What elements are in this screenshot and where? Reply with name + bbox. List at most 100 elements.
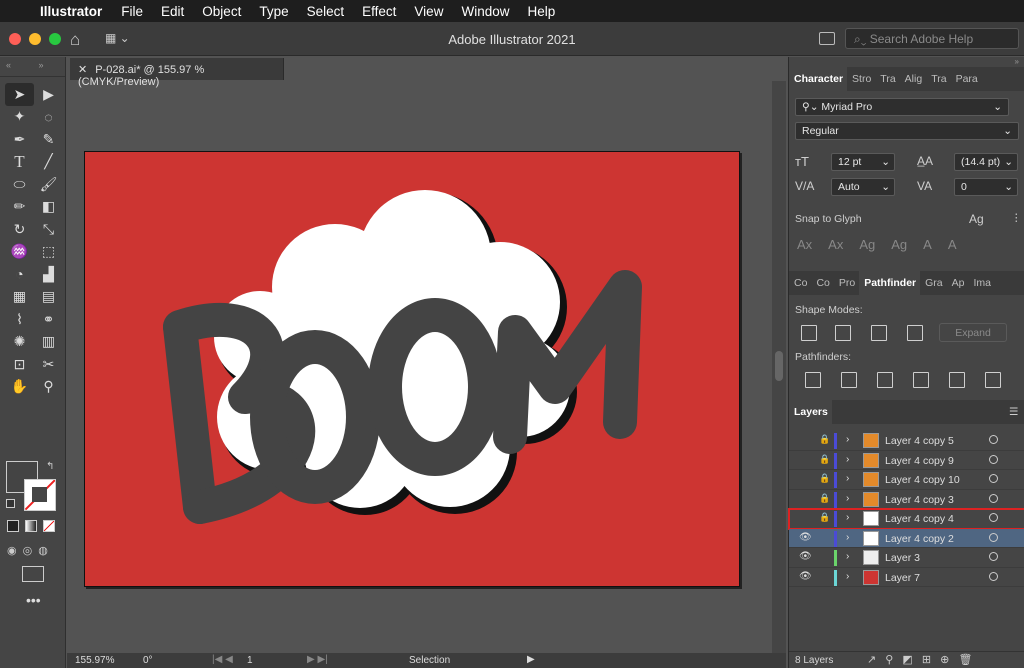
tab-gradient[interactable]: Gra — [920, 271, 947, 295]
lock-icon[interactable]: 🔒 — [819, 434, 830, 445]
divide-icon[interactable] — [805, 372, 821, 388]
snap-glyph-bounds-icon[interactable]: Ag — [859, 237, 875, 252]
snap-anchor-icon[interactable]: A — [948, 237, 957, 252]
kerning-field[interactable]: Auto ⌄ — [831, 178, 895, 196]
scale-tool-icon[interactable]: ⤡ — [34, 218, 63, 241]
tab-appearance[interactable]: Ap — [947, 271, 969, 295]
document-tab[interactable]: ✕ P-028.ai* @ 155.97 % (CMYK/Preview) — [70, 58, 284, 88]
expand-chevron-icon[interactable]: › — [846, 571, 849, 582]
layer-row[interactable]: 🔒 › Layer 4 copy 5 — [789, 431, 1024, 451]
none-icon[interactable] — [43, 520, 55, 532]
expand-chevron-icon[interactable]: › — [846, 512, 849, 523]
delete-layer-icon[interactable]: 🗑 — [958, 654, 972, 666]
layer-name[interactable]: Layer 3 — [885, 552, 920, 564]
scroll-thumb[interactable] — [775, 351, 783, 381]
menu-select[interactable]: Select — [298, 4, 354, 19]
layer-row[interactable]: 👁 › Layer 3 — [789, 548, 1024, 568]
tab-color-guide[interactable]: Co — [811, 271, 833, 295]
artboard[interactable] — [84, 151, 740, 587]
ellipse-tool-icon[interactable]: ⬭ — [5, 173, 34, 196]
fill-stroke-widget[interactable]: ↰ — [6, 461, 60, 513]
minus-front-icon[interactable] — [835, 325, 851, 341]
lock-icon[interactable]: 🔒 — [819, 473, 830, 484]
tab-properties[interactable]: Pro — [834, 271, 859, 295]
visibility-eye-icon[interactable]: 👁 — [799, 551, 812, 562]
perspective-grid-tool-icon[interactable]: ▟ — [34, 263, 63, 286]
blend-tool-icon[interactable]: ⚭ — [34, 308, 63, 331]
tab-character[interactable]: Character — [789, 67, 848, 91]
direct-selection-tool-icon[interactable]: ▶ — [34, 83, 63, 106]
target-circle-icon[interactable] — [989, 532, 998, 542]
tab-pathfinder[interactable]: Pathfinder — [859, 271, 921, 295]
layer-name[interactable]: Layer 4 copy 2 — [885, 533, 954, 545]
arrange-panels-icon[interactable] — [819, 32, 835, 45]
font-family-field[interactable]: ⚲⌄ Myriad Pro ⌄ — [795, 98, 1009, 116]
tab-transparency[interactable]: Tra — [875, 67, 899, 91]
more-tools-icon[interactable]: ••• — [26, 592, 41, 608]
tab-transform[interactable]: Tra — [926, 67, 950, 91]
zoom-tool-icon[interactable]: ⚲ — [34, 376, 63, 399]
hand-tool-icon[interactable]: ✋ — [5, 376, 34, 399]
tracking-field[interactable]: 0 ⌄ — [954, 178, 1018, 196]
boom-artwork[interactable] — [85, 152, 741, 588]
layer-name[interactable]: Layer 4 copy 5 — [885, 435, 954, 447]
menu-view[interactable]: View — [405, 4, 452, 19]
export-icon[interactable]: ↗ — [867, 654, 876, 666]
lock-icon[interactable]: 🔒 — [819, 454, 830, 465]
trim-icon[interactable] — [841, 372, 857, 388]
minus-back-icon[interactable] — [985, 372, 1001, 388]
warp-tool-icon[interactable]: ♒ — [5, 241, 34, 264]
merge-icon[interactable] — [877, 372, 893, 388]
pen-tool-icon[interactable]: ✒ — [5, 128, 34, 151]
line-tool-icon[interactable]: ╱ — [34, 151, 63, 174]
outline-icon[interactable] — [949, 372, 965, 388]
menu-window[interactable]: Window — [452, 4, 518, 19]
artboard-tool-icon[interactable]: ⊡ — [5, 353, 34, 376]
expand-chevron-icon[interactable]: › — [846, 473, 849, 484]
symbol-sprayer-tool-icon[interactable]: ✺ — [5, 331, 34, 354]
menu-effect[interactable]: Effect — [353, 4, 405, 19]
menu-object[interactable]: Object — [193, 4, 250, 19]
pencil-tool-icon[interactable]: ✏ — [5, 196, 34, 219]
new-layer-icon[interactable]: ⊕ — [940, 654, 949, 666]
leading-field[interactable]: (14.4 pt) ⌄ — [954, 153, 1018, 171]
stroke-swatch[interactable] — [24, 479, 56, 511]
menu-edit[interactable]: Edit — [152, 4, 193, 19]
lasso-tool-icon[interactable]: ◌ — [34, 106, 63, 129]
layers-menu-icon[interactable]: ☰ — [1009, 406, 1018, 418]
target-circle-icon[interactable] — [989, 571, 998, 581]
vertical-scrollbar[interactable] — [772, 81, 786, 653]
default-colors-icon[interactable] — [6, 499, 15, 508]
type-tool-icon[interactable]: T — [5, 151, 34, 174]
gradient-tool-icon[interactable]: ▤ — [34, 286, 63, 309]
expand-chevron-icon[interactable]: › — [846, 434, 849, 445]
screen-mode-icon[interactable] — [22, 566, 44, 582]
expand-chevron-icon[interactable]: › — [846, 454, 849, 465]
target-circle-icon[interactable] — [989, 454, 998, 464]
locate-object-icon[interactable]: ⚲ — [885, 654, 893, 666]
expand-chevron-icon[interactable]: › — [846, 493, 849, 504]
tab-color[interactable]: Co — [789, 271, 811, 295]
lock-icon[interactable]: 🔒 — [819, 512, 830, 523]
draw-normal-icon[interactable]: ◉ — [7, 544, 17, 557]
artboard-number[interactable]: 1 — [247, 655, 253, 666]
layer-name[interactable]: Layer 4 copy 3 — [885, 494, 954, 506]
clipping-mask-icon[interactable]: ◩ — [902, 654, 912, 666]
expand-chevron-icon[interactable]: › — [846, 532, 849, 543]
glyph-snap-icon[interactable]: Ag — [969, 212, 984, 226]
new-sublayer-icon[interactable]: ⊞ — [922, 654, 931, 666]
target-circle-icon[interactable] — [989, 474, 998, 483]
tab-image-trace[interactable]: Ima — [969, 271, 996, 295]
tab-layers[interactable]: Layers — [789, 400, 832, 424]
paintbrush-tool-icon[interactable]: 🖌 — [34, 173, 63, 196]
help-search-input[interactable]: ⌕⌄ Search Adobe Help — [845, 28, 1019, 49]
mesh-tool-icon[interactable]: ▦ — [5, 286, 34, 309]
shape-builder-tool-icon[interactable]: ◔ — [5, 263, 34, 286]
draw-inside-icon[interactable]: ◍ — [38, 544, 48, 557]
target-circle-icon[interactable] — [989, 435, 998, 444]
intersect-icon[interactable] — [871, 325, 887, 341]
gradient-icon[interactable] — [25, 520, 37, 532]
menu-file[interactable]: File — [112, 4, 152, 19]
layer-name[interactable]: Layer 4 copy 4 — [885, 513, 954, 525]
close-tab-icon[interactable]: ✕ — [78, 64, 87, 76]
